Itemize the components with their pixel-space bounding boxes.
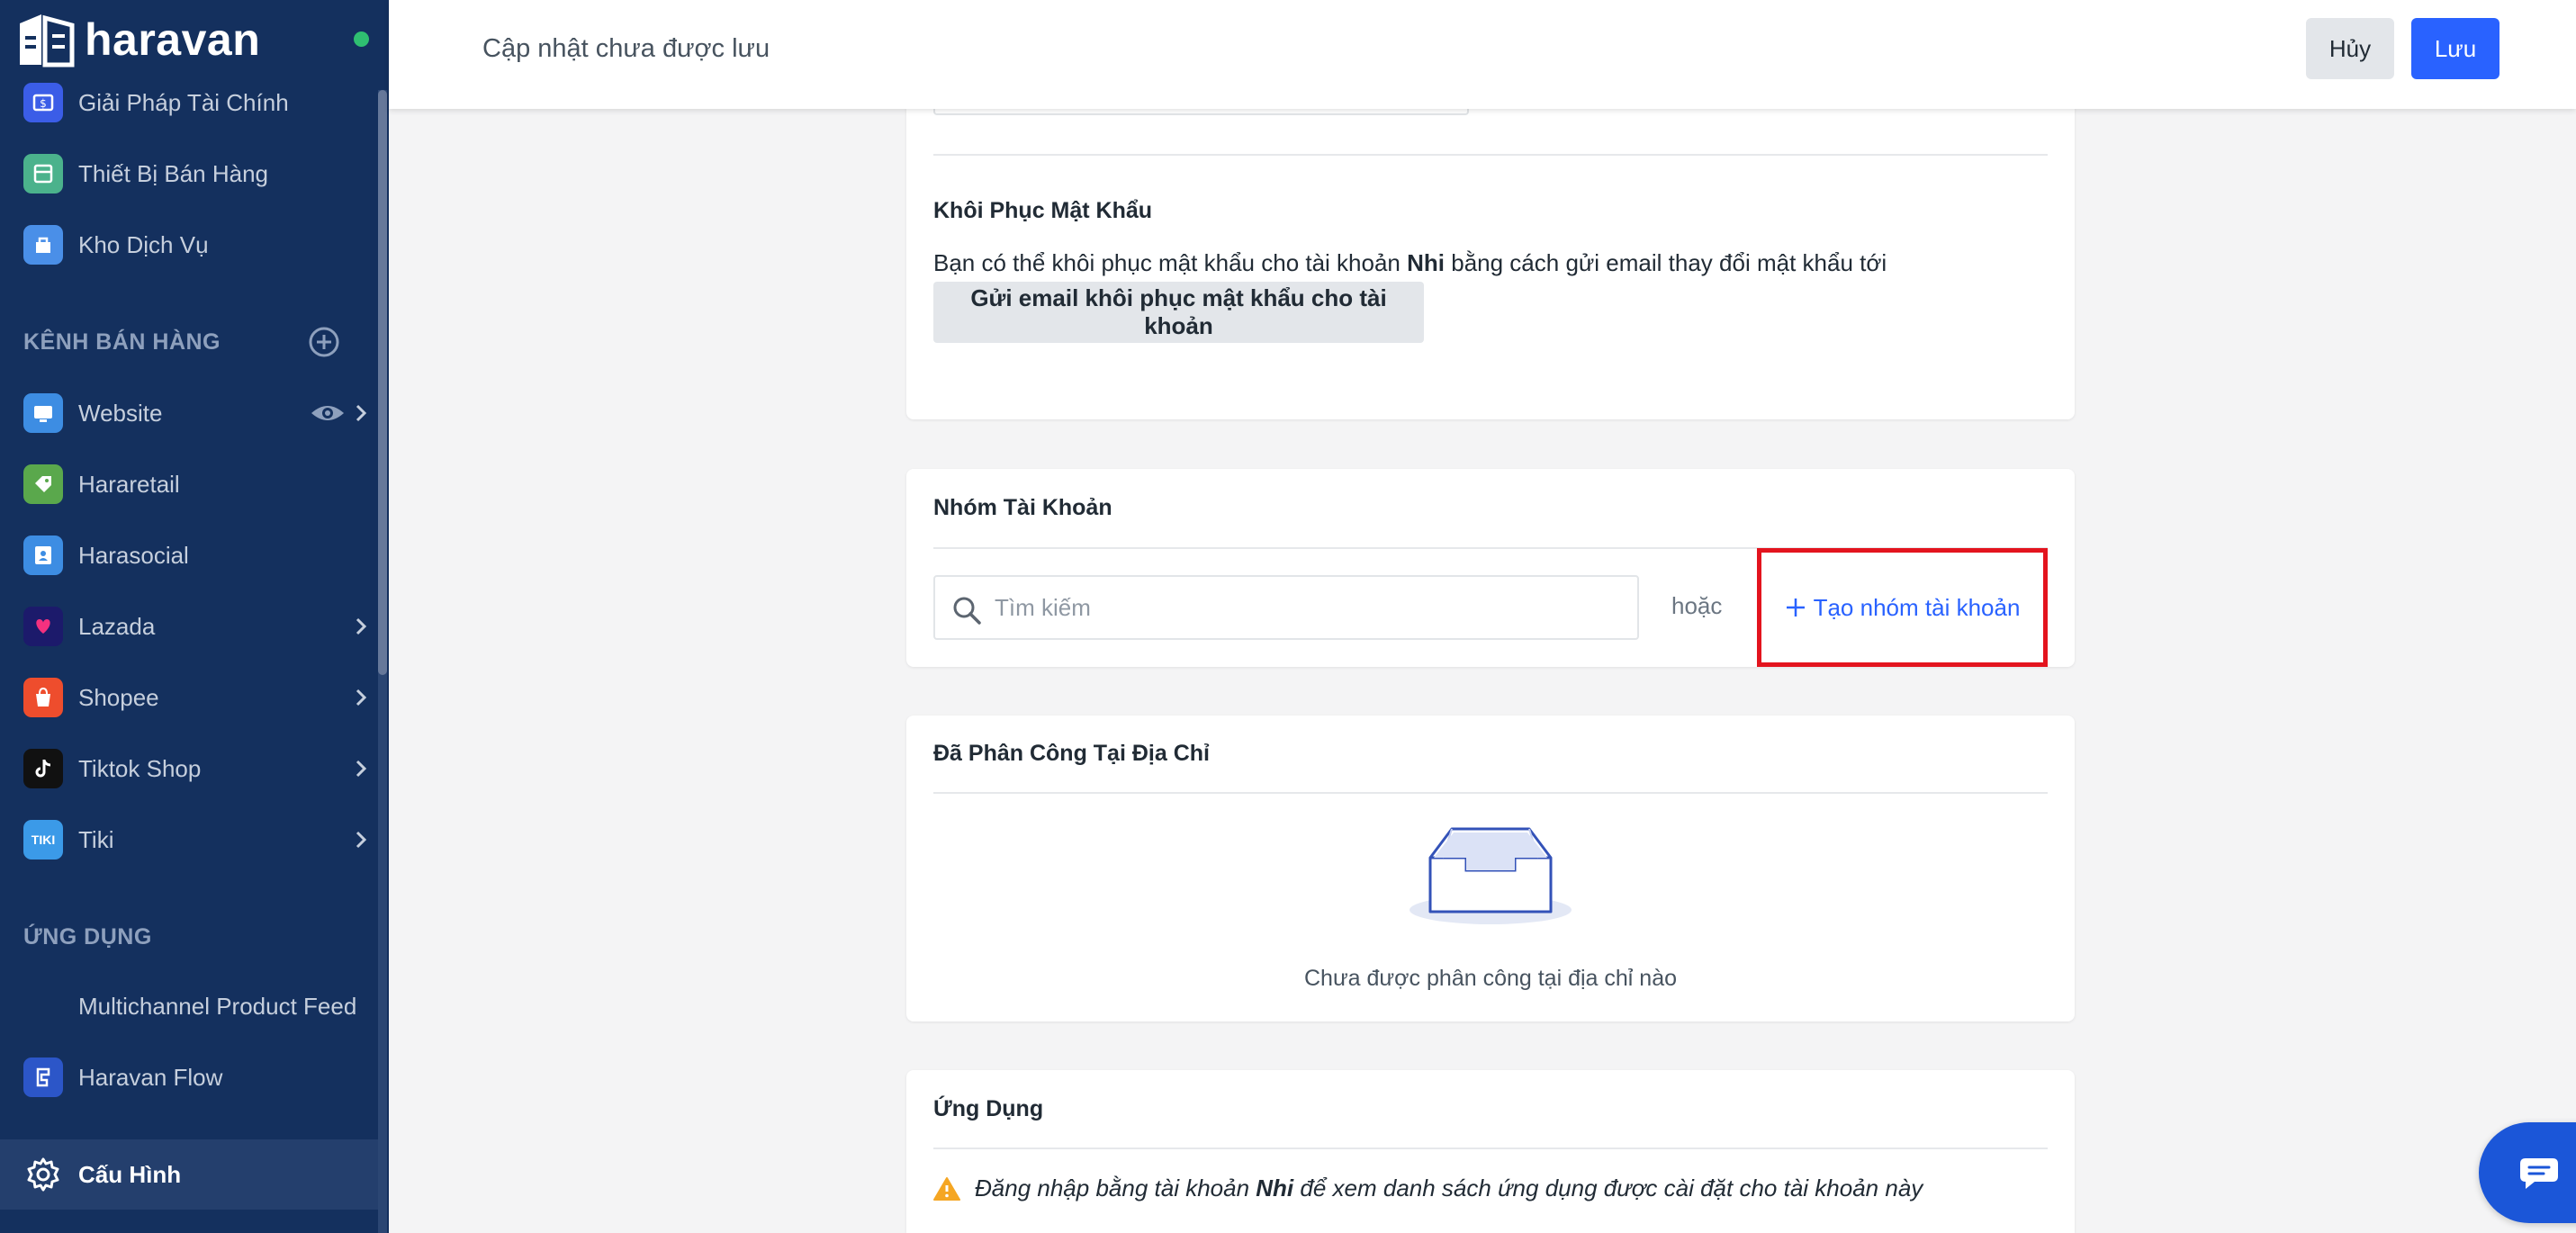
divider xyxy=(933,1148,2048,1149)
no-assigned-location-text: Chưa được phân công tại địa chỉ nào xyxy=(1303,966,1677,991)
apps-warning-text: Đăng nhập bằng tài khoản Nhi để xem danh… xyxy=(975,1174,1923,1202)
chevron-right-icon[interactable] xyxy=(351,616,371,636)
sidebar: haravan $ Giải Pháp Tài Chính Thiết Bị B… xyxy=(0,0,389,1233)
sidebar-item-harasocial[interactable]: Harasocial xyxy=(0,526,378,584)
sidebar-item-label: Multichannel Product Feed xyxy=(78,992,357,1020)
haravan-logo-icon xyxy=(20,14,75,68)
sidebar-item-label: Lazada xyxy=(78,612,156,640)
sidebar-item-website[interactable]: Website xyxy=(0,384,378,442)
sidebar-item-pos-device[interactable]: Thiết Bị Bán Hàng xyxy=(0,145,378,202)
online-status-dot xyxy=(354,32,369,47)
warning-text-before: Đăng nhập bằng tài khoản xyxy=(975,1174,1256,1202)
group-search-input[interactable] xyxy=(995,590,1625,626)
sidebar-item-settings[interactable]: Cấu Hình xyxy=(0,1139,378,1210)
sidebar-item-hararetail[interactable]: Hararetail xyxy=(0,455,378,513)
sidebar-item-lazada[interactable]: Lazada xyxy=(0,598,378,655)
chevron-right-icon[interactable] xyxy=(351,759,371,778)
chat-support-button[interactable] xyxy=(2479,1122,2576,1223)
service-store-icon xyxy=(23,225,63,265)
sidebar-item-label: Haravan Flow xyxy=(78,1063,223,1091)
assigned-locations-title: Đã Phân Công Tại Địa Chỉ xyxy=(933,741,1210,766)
sidebar-item-label: Website xyxy=(78,399,163,427)
channels-section-title: KÊNH BÁN HÀNG xyxy=(23,329,221,355)
account-name: Nhi xyxy=(1407,249,1446,276)
chevron-right-icon[interactable] xyxy=(351,830,371,850)
sidebar-item-label: Giải Pháp Tài Chính xyxy=(78,88,289,116)
sidebar-item-label: Tiki xyxy=(78,825,114,853)
divider xyxy=(933,154,2048,156)
pos-device-icon xyxy=(23,154,63,194)
sidebar-item-label: Kho Dịch Vụ xyxy=(78,230,209,258)
warning-icon xyxy=(933,1176,960,1201)
chevron-right-icon[interactable] xyxy=(351,688,371,707)
create-account-group-link[interactable]: Tạo nhóm tài khoản xyxy=(1757,548,2048,667)
sidebar-item-label: Cấu Hình xyxy=(78,1160,182,1188)
cancel-button[interactable]: Hủy xyxy=(2306,18,2394,79)
sidebar-item-service-store[interactable]: Kho Dịch Vụ xyxy=(0,216,378,274)
warning-account-name: Nhi xyxy=(1256,1174,1294,1202)
sidebar-item-finance[interactable]: $ Giải Pháp Tài Chính xyxy=(0,74,378,131)
add-channel-icon[interactable] xyxy=(308,326,340,358)
sidebar-item-label: Hararetail xyxy=(78,470,180,498)
haravan-logo[interactable]: haravan xyxy=(14,11,260,68)
chat-icon xyxy=(2520,1158,2558,1189)
recovery-text-before: Bạn có thể khôi phục mật khẩu cho tài kh… xyxy=(933,249,1408,276)
sidebar-item-haravan-flow[interactable]: Haravan Flow xyxy=(0,1048,378,1106)
warning-text-after: để xem danh sách ứng dụng được cài đặt c… xyxy=(1293,1174,1923,1202)
tiktok-icon xyxy=(23,749,63,788)
tiki-icon: TIKI xyxy=(23,820,63,860)
chevron-right-icon[interactable] xyxy=(351,403,371,423)
search-icon xyxy=(953,597,981,625)
send-recovery-email-button[interactable]: Gửi email khôi phục mật khẩu cho tài kho… xyxy=(933,282,1424,343)
sidebar-item-label: Shopee xyxy=(78,683,159,711)
sidebar-item-label: Thiết Bị Bán Hàng xyxy=(78,159,269,187)
divider xyxy=(933,792,2048,794)
plus-icon xyxy=(1786,598,1805,616)
sidebar-item-tiktok-shop[interactable]: Tiktok Shop xyxy=(0,740,378,797)
flow-icon xyxy=(23,1058,63,1097)
shopee-icon xyxy=(23,678,63,717)
lazada-icon xyxy=(23,607,63,646)
sidebar-scrollbar-thumb[interactable] xyxy=(378,90,387,675)
apps-section-title: ỨNG DỤNG xyxy=(23,924,152,950)
account-groups-card: Nhóm Tài Khoản hoặc Tạo nhóm tài khoản xyxy=(906,469,2075,667)
empty-inbox-icon xyxy=(1410,827,1572,924)
sidebar-item-multichannel-feed[interactable]: Multichannel Product Feed xyxy=(0,977,378,1035)
finance-icon: $ xyxy=(23,83,63,122)
create-account-group-label: Tạo nhóm tài khoản xyxy=(1813,593,2021,621)
apps-card-title: Ứng Dụng xyxy=(933,1096,1044,1121)
password-recovery-title: Khôi Phục Mật Khẩu xyxy=(933,198,1153,223)
group-search-box[interactable] xyxy=(933,575,1639,640)
unsaved-changes-bar: Cập nhật chưa được lưu Hủy Lưu xyxy=(389,0,2576,109)
unsaved-changes-title: Cập nhật chưa được lưu xyxy=(482,34,770,63)
or-separator-text: hoặc xyxy=(1671,592,1723,619)
website-icon xyxy=(23,393,63,433)
apps-login-warning: Đăng nhập bằng tài khoản Nhi để xem danh… xyxy=(933,1174,1923,1202)
sidebar-item-label: Tiktok Shop xyxy=(78,754,202,782)
brand-name: haravan xyxy=(85,14,261,65)
apps-card: Ứng Dụng Đăng nhập bằng tài khoản Nhi để… xyxy=(906,1070,2075,1233)
svg-text:$: $ xyxy=(40,97,47,110)
eye-icon[interactable] xyxy=(310,400,346,426)
gear-icon xyxy=(27,1157,59,1192)
sidebar-item-label: Harasocial xyxy=(78,541,189,569)
account-groups-title: Nhóm Tài Khoản xyxy=(933,495,1112,520)
save-button[interactable]: Lưu xyxy=(2411,18,2499,79)
tag-icon xyxy=(23,464,63,504)
sidebar-item-shopee[interactable]: Shopee xyxy=(0,669,378,726)
assigned-locations-card: Đã Phân Công Tại Địa Chỉ Chưa được phân … xyxy=(906,716,2075,1022)
social-icon xyxy=(23,536,63,575)
sidebar-item-tiki[interactable]: TIKI Tiki xyxy=(0,811,378,868)
